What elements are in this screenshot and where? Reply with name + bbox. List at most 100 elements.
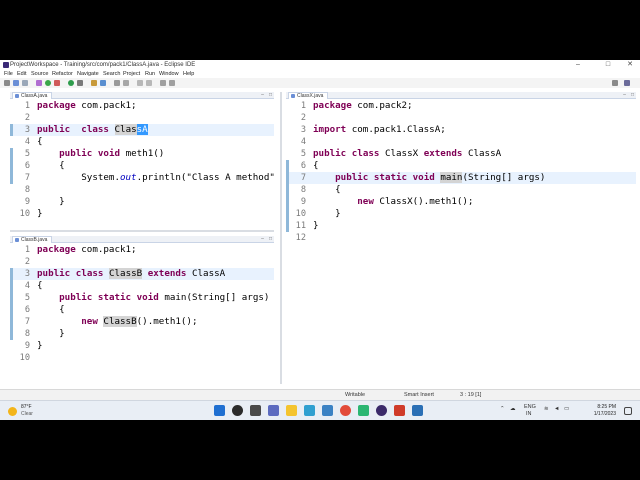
region-indicator[interactable]: IN bbox=[526, 411, 532, 417]
editor-classb[interactable]: ClassB.java – □ 1 package com.pack1; 2 3 pub… bbox=[10, 236, 274, 384]
menu-navigate[interactable]: Navigate bbox=[77, 70, 99, 78]
code-line[interactable]: 3 public class ClassB extends ClassA bbox=[10, 268, 274, 280]
volume-icon[interactable]: ◄ bbox=[554, 406, 559, 412]
chat-icon[interactable] bbox=[268, 405, 279, 416]
edge-icon[interactable] bbox=[322, 405, 333, 416]
code-line[interactable]: 4{ bbox=[10, 280, 274, 292]
editor-sash-horizontal[interactable] bbox=[10, 230, 274, 232]
search-icon[interactable] bbox=[123, 80, 129, 86]
stop-icon[interactable] bbox=[54, 80, 60, 86]
wifi-icon[interactable]: ≋ bbox=[544, 406, 549, 412]
minimize-editor-icon[interactable]: – bbox=[259, 92, 266, 99]
code-line[interactable]: 9 new ClassX().meth1(); bbox=[286, 196, 636, 208]
code-line[interactable]: 3 public class ClassA bbox=[10, 124, 274, 136]
code-line[interactable]: 10 bbox=[10, 352, 274, 364]
forward-icon[interactable] bbox=[169, 80, 175, 86]
menu-window[interactable]: Window bbox=[159, 70, 179, 78]
code-line[interactable]: 2 bbox=[10, 256, 274, 268]
code-line[interactable]: 1 package com.pack1; bbox=[10, 244, 274, 256]
editor-sash-vertical[interactable] bbox=[280, 92, 282, 384]
code-line[interactable]: 8 } bbox=[10, 328, 274, 340]
minimize-editor-icon[interactable]: – bbox=[259, 236, 266, 243]
editor-classx[interactable]: ClassX.java – □ 1 package com.pack2; 2 3 imp… bbox=[286, 92, 636, 384]
code-line[interactable]: 4 bbox=[286, 136, 636, 148]
code-line[interactable]: 8 bbox=[10, 184, 274, 196]
code-line[interactable]: 5 public class ClassX extends ClassA bbox=[286, 148, 636, 160]
code-line[interactable]: 9} bbox=[10, 340, 274, 352]
toggle-mark-icon[interactable] bbox=[137, 80, 143, 86]
code-line[interactable]: 6{ bbox=[286, 160, 636, 172]
code-line[interactable]: 1 package com.pack2; bbox=[286, 100, 636, 112]
maximize-button[interactable]: □ bbox=[600, 60, 616, 70]
code-line[interactable]: 6 { bbox=[10, 160, 274, 172]
run-icon[interactable] bbox=[45, 80, 51, 86]
new-package-icon[interactable] bbox=[91, 80, 97, 86]
minimize-editor-icon[interactable]: – bbox=[621, 92, 628, 99]
annotation-icon[interactable] bbox=[146, 80, 152, 86]
new-class-icon[interactable] bbox=[100, 80, 106, 86]
windows-start-icon[interactable] bbox=[214, 405, 225, 416]
code-line[interactable]: 6 { bbox=[10, 304, 274, 316]
weather-widget[interactable]: 87°F Clear bbox=[8, 403, 48, 419]
open-type-icon[interactable] bbox=[114, 80, 120, 86]
code-line[interactable]: 5 public void meth1() bbox=[10, 148, 274, 160]
external-tools-icon[interactable] bbox=[77, 80, 83, 86]
eclipse-taskbar-icon[interactable] bbox=[376, 405, 387, 416]
tab-classa[interactable]: ClassA.java bbox=[12, 92, 53, 99]
onedrive-icon[interactable]: ☁ bbox=[510, 406, 516, 412]
save-all-icon[interactable] bbox=[22, 80, 28, 86]
menu-edit[interactable]: Edit bbox=[17, 70, 26, 78]
code-line[interactable]: 7 System.out.println("Class A method"); bbox=[10, 172, 274, 184]
maximize-editor-icon[interactable]: □ bbox=[629, 92, 636, 99]
chevron-up-icon[interactable]: ⌃ bbox=[500, 406, 505, 412]
run-as-icon[interactable] bbox=[68, 80, 74, 86]
clock-time[interactable]: 8:25 PM bbox=[597, 404, 616, 410]
menu-help[interactable]: Help bbox=[183, 70, 194, 78]
new-icon[interactable] bbox=[4, 80, 10, 86]
debug-icon[interactable] bbox=[36, 80, 42, 86]
code-line[interactable]: 2 bbox=[286, 112, 636, 124]
search-toolbar-icon[interactable] bbox=[612, 80, 618, 86]
code-line[interactable]: 3 import com.pack1.ClassA; bbox=[286, 124, 636, 136]
back-icon[interactable] bbox=[160, 80, 166, 86]
menu-run[interactable]: Run bbox=[145, 70, 155, 78]
office-icon[interactable] bbox=[394, 405, 405, 416]
language-indicator[interactable]: ENG bbox=[524, 404, 536, 410]
code-line[interactable]: 7 public static void main(String[] args) bbox=[286, 172, 636, 184]
app-icon-green[interactable] bbox=[358, 405, 369, 416]
close-button[interactable]: ✕ bbox=[622, 60, 638, 70]
code-line[interactable]: 7 new ClassB().meth1(); bbox=[10, 316, 274, 328]
maximize-editor-icon[interactable]: □ bbox=[267, 92, 274, 99]
battery-icon[interactable]: ▭ bbox=[564, 406, 569, 412]
notification-icon[interactable] bbox=[624, 407, 632, 415]
code-line[interactable]: 1 package com.pack1; bbox=[10, 100, 274, 112]
editor-classa[interactable]: ClassA.java – □ 1 package com.pack1; 2 3 pub… bbox=[10, 92, 274, 226]
code-line[interactable]: 5 public static void main(String[] args) bbox=[10, 292, 274, 304]
store-icon[interactable] bbox=[304, 405, 315, 416]
app-icon-blue[interactable] bbox=[412, 405, 423, 416]
code-line[interactable]: 12 bbox=[286, 232, 636, 244]
code-line[interactable]: 9 } bbox=[10, 196, 274, 208]
menu-refactor[interactable]: Refactor bbox=[52, 70, 73, 78]
code-line[interactable]: 2 bbox=[10, 112, 274, 124]
file-explorer-icon[interactable] bbox=[286, 405, 297, 416]
maximize-editor-icon[interactable]: □ bbox=[267, 236, 274, 243]
tab-classx[interactable]: ClassX.java bbox=[288, 92, 329, 99]
search-taskbar-icon[interactable] bbox=[232, 405, 243, 416]
tab-classb[interactable]: ClassB.java bbox=[12, 236, 53, 243]
chrome-icon[interactable] bbox=[340, 405, 351, 416]
code-line[interactable]: 10 } bbox=[286, 208, 636, 220]
menu-source[interactable]: Source bbox=[31, 70, 48, 78]
clock-date[interactable]: 1/17/2023 bbox=[594, 411, 616, 417]
minimize-button[interactable]: – bbox=[570, 60, 586, 70]
save-icon[interactable] bbox=[13, 80, 19, 86]
menu-project[interactable]: Project bbox=[123, 70, 140, 78]
menu-file[interactable]: File bbox=[4, 70, 13, 78]
code-line[interactable]: 8 { bbox=[286, 184, 636, 196]
perspective-icon[interactable] bbox=[624, 80, 630, 86]
task-view-icon[interactable] bbox=[250, 405, 261, 416]
code-line[interactable]: 10} bbox=[10, 208, 274, 220]
code-line[interactable]: 4{ bbox=[10, 136, 274, 148]
code-line[interactable]: 11} bbox=[286, 220, 636, 232]
menu-search[interactable]: Search bbox=[103, 70, 120, 78]
